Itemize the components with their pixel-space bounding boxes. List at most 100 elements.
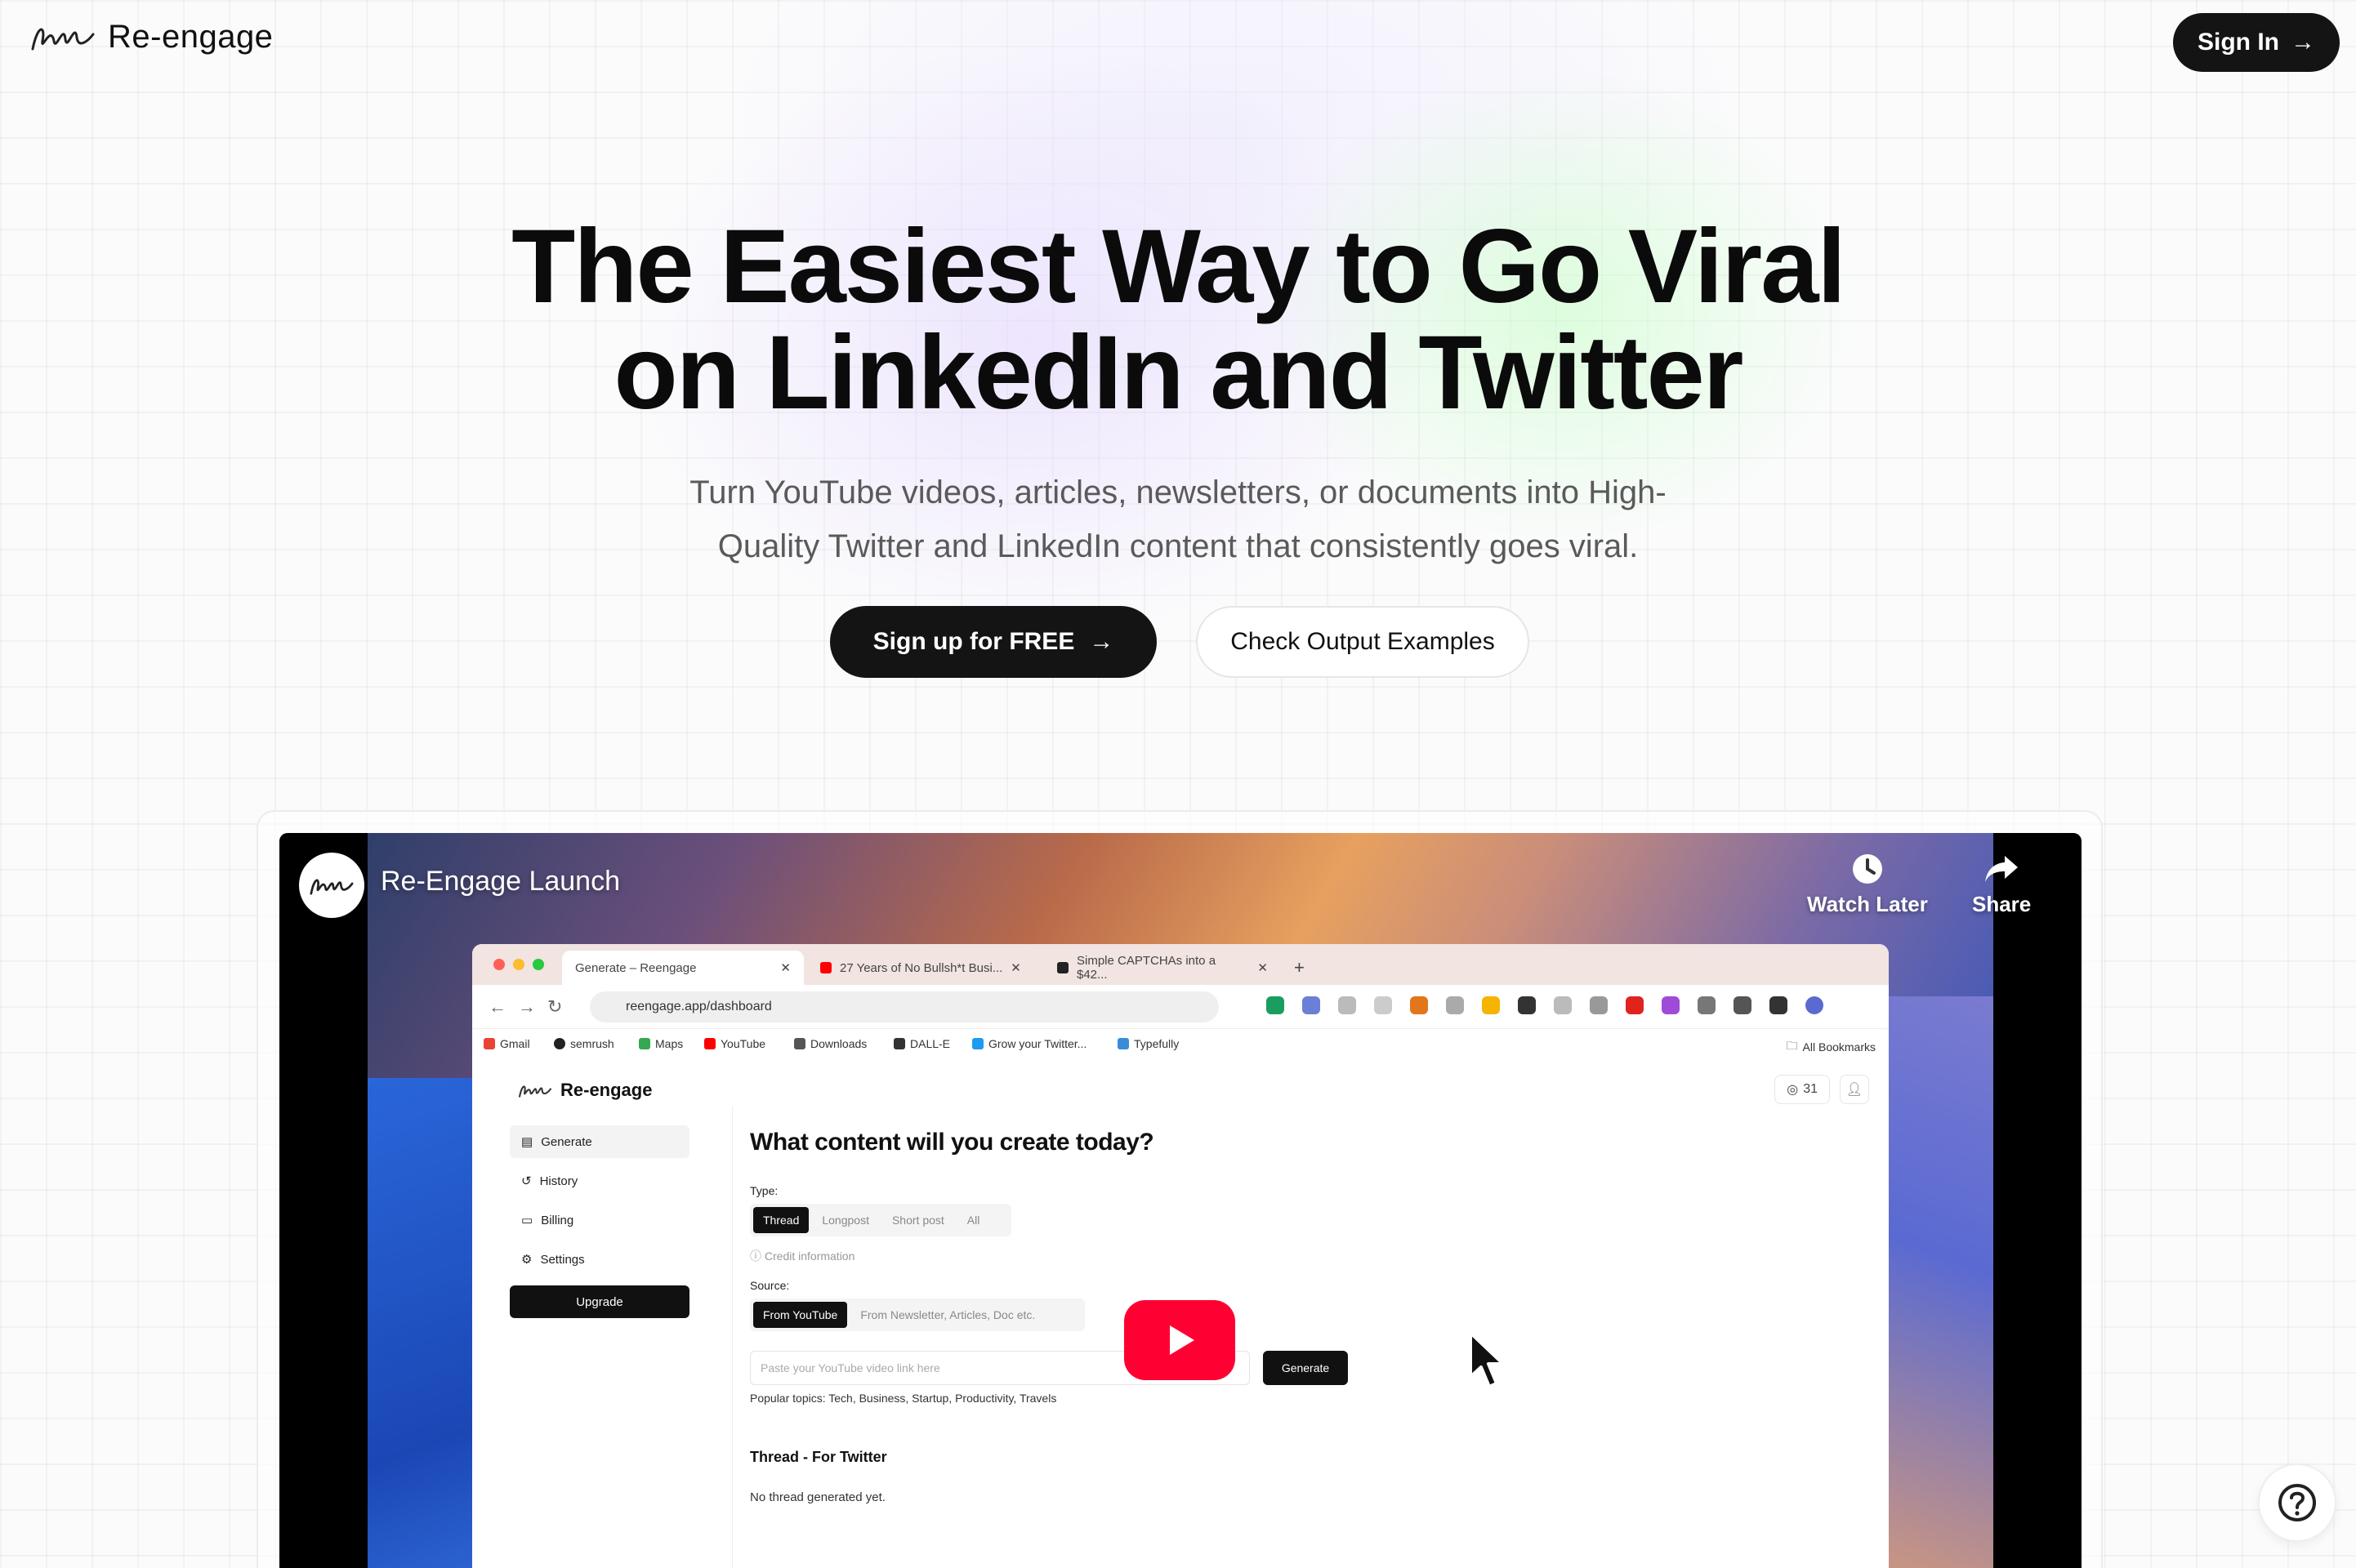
loops-logo-icon xyxy=(29,16,96,57)
extension-icon xyxy=(1698,996,1716,1014)
back-icon: ← xyxy=(489,996,506,1017)
bookmark-label: DALL-E xyxy=(910,1037,951,1050)
profile-icon xyxy=(1805,996,1823,1014)
bookmark-label: Gmail xyxy=(500,1037,530,1050)
clock-icon xyxy=(1852,854,1882,884)
credits-count: 31 xyxy=(1803,1082,1818,1096)
bookmark-item: Downloads xyxy=(794,1037,867,1050)
share-button[interactable]: Share xyxy=(1972,853,2031,917)
browser-tab: Generate – Reengage ✕ xyxy=(562,951,804,985)
watch-later-button[interactable]: Watch Later xyxy=(1807,853,1928,917)
gmail-icon xyxy=(484,1038,495,1049)
extensions-bar xyxy=(1266,996,1823,1014)
sidebar-label: History xyxy=(539,1174,578,1188)
share-label: Share xyxy=(1972,892,2032,916)
youtube-embed[interactable]: Re-Engage Launch Watch Later Share Gener… xyxy=(279,833,2082,1568)
loops-logo-icon xyxy=(519,1085,551,1098)
type-option: Short post xyxy=(891,1214,944,1227)
app-main: What content will you create today? Type… xyxy=(750,1129,1812,1504)
extension-icon xyxy=(1554,996,1572,1014)
check-output-examples-button[interactable]: Check Output Examples xyxy=(1196,606,1529,678)
source-selector: From YouTube From Newsletter, Articles, … xyxy=(750,1298,1085,1331)
youtube-icon xyxy=(820,962,832,973)
brand-logo[interactable]: Re-engage xyxy=(29,16,273,57)
tab-title: Simple CAPTCHAs into a $42... xyxy=(1076,954,1216,982)
history-icon: ↺ xyxy=(521,1174,532,1188)
metamask-icon xyxy=(1410,996,1428,1014)
headline-line-1: The Easiest Way to Go Viral xyxy=(511,208,1846,325)
browser-tab: Simple CAPTCHAs into a $42... ✕ xyxy=(1044,951,1281,985)
forward-icon: → xyxy=(518,996,536,1017)
upgrade-button: Upgrade xyxy=(510,1285,689,1318)
window-controls xyxy=(493,959,544,970)
headline-line-2: on LinkedIn and Twitter xyxy=(614,314,1744,431)
app-logo: Re-engage xyxy=(518,1080,652,1101)
check-output-label: Check Output Examples xyxy=(1230,628,1495,655)
bookmark-item: YouTube xyxy=(704,1037,765,1050)
bookmark-label: Grow your Twitter... xyxy=(988,1037,1087,1050)
sidebar-item-billing: ▭ Billing xyxy=(510,1204,689,1236)
extension-icon xyxy=(1266,996,1284,1014)
browser-tab: 27 Years of No Bullsh*t Busi... ✕ xyxy=(807,951,1044,985)
coins-icon: ◎ xyxy=(1787,1083,1799,1097)
extension-icon xyxy=(1769,996,1787,1014)
bookmark-item: Typefully xyxy=(1118,1037,1179,1050)
loops-logo-icon xyxy=(310,879,354,895)
sidebar-item-history: ↺ History xyxy=(510,1165,689,1197)
youtube-icon xyxy=(704,1038,716,1049)
bookmark-item: DALL-E xyxy=(894,1037,950,1050)
bookmarks-bar: Gmail semrush Maps YouTube Downloads DAL… xyxy=(472,1029,1889,1060)
new-tab-icon: + xyxy=(1294,957,1305,978)
typefully-icon xyxy=(1118,1038,1129,1049)
watch-later-label: Watch Later xyxy=(1807,892,1928,916)
bookmark-item: Gmail xyxy=(484,1037,530,1050)
close-icon: ✕ xyxy=(780,961,791,975)
extension-icon xyxy=(1662,996,1680,1014)
maps-icon xyxy=(639,1038,650,1049)
generate-label: Generate xyxy=(1281,1361,1330,1374)
app-heading: What content will you create today? xyxy=(750,1129,1154,1156)
link-input-row: Paste your YouTube video link here Gener… xyxy=(750,1351,1812,1385)
extension-icon xyxy=(1302,996,1320,1014)
twitter-icon xyxy=(972,1038,984,1049)
generate-button: Generate xyxy=(1263,1351,1348,1385)
type-option: Longpost xyxy=(822,1214,869,1227)
type-option: Thread xyxy=(753,1207,810,1233)
sign-up-free-button[interactable]: Sign up for FREE → xyxy=(830,606,1157,678)
youtube-play-button[interactable] xyxy=(1124,1300,1235,1380)
close-dot-icon xyxy=(493,959,505,970)
play-icon xyxy=(1170,1325,1194,1355)
tab-title: Generate – Reengage xyxy=(575,960,697,975)
bookmark-label: Typefully xyxy=(1134,1037,1180,1050)
url-bar: reengage.app/dashboard xyxy=(590,991,1219,1022)
bookmark-label: semrush xyxy=(570,1037,614,1050)
bookmark-item: Maps xyxy=(639,1037,683,1050)
share-arrow-icon xyxy=(1985,856,2019,882)
help-button[interactable] xyxy=(2258,1463,2336,1542)
site-icon xyxy=(1057,962,1069,973)
arrow-right-icon: → xyxy=(1089,628,1114,655)
video-title[interactable]: Re-Engage Launch xyxy=(381,866,620,898)
type-selector: Thread Longpost Short post All xyxy=(750,1204,1011,1236)
sidebar-item-settings: ⚙ Settings xyxy=(510,1243,689,1276)
question-circle-icon xyxy=(2278,1484,2316,1521)
opera-icon xyxy=(1626,996,1644,1014)
sidebar-label: Generate xyxy=(541,1134,592,1149)
app-brand-name: Re-engage xyxy=(560,1080,653,1100)
bookmark-label: YouTube xyxy=(721,1037,766,1050)
extension-icon xyxy=(1590,996,1608,1014)
extension-icon xyxy=(1518,996,1536,1014)
info-icon: ⓘ xyxy=(750,1250,765,1263)
app-sidebar: ▤ Generate ↺ History ▭ Billing ⚙ Settings Up… xyxy=(510,1125,689,1318)
subtext-line-1: Turn YouTube videos, articles, newslette… xyxy=(689,474,1667,510)
card-icon: ▭ xyxy=(521,1214,533,1227)
site-header: Re-engage Sign In → xyxy=(0,0,2356,85)
document-icon: ▤ xyxy=(521,1135,533,1149)
address-row: ← → ↻ reengage.app/dashboard xyxy=(472,985,1889,1029)
hero-subtext: Turn YouTube videos, articles, newslette… xyxy=(621,466,1735,573)
sign-in-button[interactable]: Sign In → xyxy=(2173,13,2340,72)
type-label: Type: xyxy=(750,1184,779,1197)
source-option: From YouTube xyxy=(753,1302,848,1328)
thread-heading: Thread - For Twitter xyxy=(750,1449,887,1465)
channel-avatar[interactable] xyxy=(299,853,364,918)
